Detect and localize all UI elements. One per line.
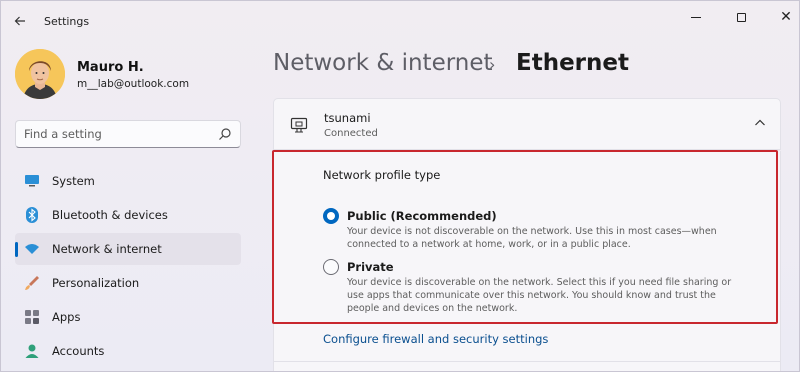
adapter-name: tsunami <box>324 111 371 125</box>
sidebar-item-personalization[interactable]: Personalization <box>15 267 241 299</box>
sidebar-item-label: Bluetooth & devices <box>52 208 168 222</box>
public-option-description: Your device is not discoverable on the n… <box>347 226 717 250</box>
search-icon[interactable] <box>218 127 232 141</box>
title-bar: Settings ✕ <box>1 1 799 41</box>
minimize-icon <box>691 16 701 18</box>
sidebar-item-system[interactable]: System <box>15 165 241 197</box>
sidebar-item-label: Apps <box>52 310 81 324</box>
selection-indicator <box>15 242 18 257</box>
monitor-icon <box>24 173 40 189</box>
wifi-icon <box>24 241 40 257</box>
sidebar-item-label: Accounts <box>52 344 105 358</box>
close-icon: ✕ <box>780 9 792 25</box>
sidebar-item-bluetooth[interactable]: Bluetooth & devices <box>15 199 241 231</box>
maximize-icon <box>736 12 746 22</box>
public-radio[interactable] <box>323 208 339 224</box>
sidebar-item-network[interactable]: Network & internet <box>15 233 241 265</box>
sidebar-item-label: Network & internet <box>52 242 162 256</box>
private-option-description: Your device is discoverable on the netwo… <box>347 277 732 314</box>
public-option-label[interactable]: Public (Recommended) <box>347 209 497 223</box>
firewall-settings-link[interactable]: Configure firewall and security settings <box>323 332 548 346</box>
settings-window: Settings ✕ Mauro H. m__lab@outlook.com F… <box>0 0 800 372</box>
user-name: Mauro H. <box>77 60 144 75</box>
maximize-button[interactable] <box>726 7 756 27</box>
search-input[interactable] <box>16 121 206 147</box>
sidebar-item-apps[interactable]: Apps <box>15 301 241 333</box>
page-title: Ethernet <box>516 50 629 76</box>
apps-icon <box>24 309 40 325</box>
sidebar-item-label: System <box>52 174 95 188</box>
sidebar-item-label: Personalization <box>52 276 140 290</box>
search-box[interactable] <box>15 120 241 148</box>
chevron-up-icon[interactable] <box>754 118 766 128</box>
back-arrow-icon <box>14 16 25 26</box>
adapter-status: Connected <box>324 128 378 139</box>
adapter-card-header[interactable]: tsunami Connected <box>273 98 781 150</box>
breadcrumb-separator: › <box>489 55 496 74</box>
section-title: Network profile type <box>323 168 441 182</box>
divider <box>273 361 781 362</box>
person-icon <box>24 343 40 359</box>
sidebar-item-accounts[interactable]: Accounts <box>15 335 241 367</box>
breadcrumb-parent[interactable]: Network & internet <box>273 50 493 76</box>
user-email: m__lab@outlook.com <box>77 78 190 90</box>
avatar-illustration-icon <box>15 49 65 99</box>
close-button[interactable]: ✕ <box>771 7 799 27</box>
app-title: Settings <box>44 15 90 28</box>
brush-icon <box>24 275 40 291</box>
private-radio[interactable] <box>323 259 339 275</box>
ethernet-icon <box>290 117 308 133</box>
avatar[interactable] <box>15 49 65 99</box>
bluetooth-icon <box>24 207 40 223</box>
minimize-button[interactable] <box>681 7 711 27</box>
private-option-label[interactable]: Private <box>347 260 394 274</box>
back-button[interactable] <box>9 10 31 32</box>
sidebar-nav: System Bluetooth & devices Network & int… <box>15 165 241 369</box>
